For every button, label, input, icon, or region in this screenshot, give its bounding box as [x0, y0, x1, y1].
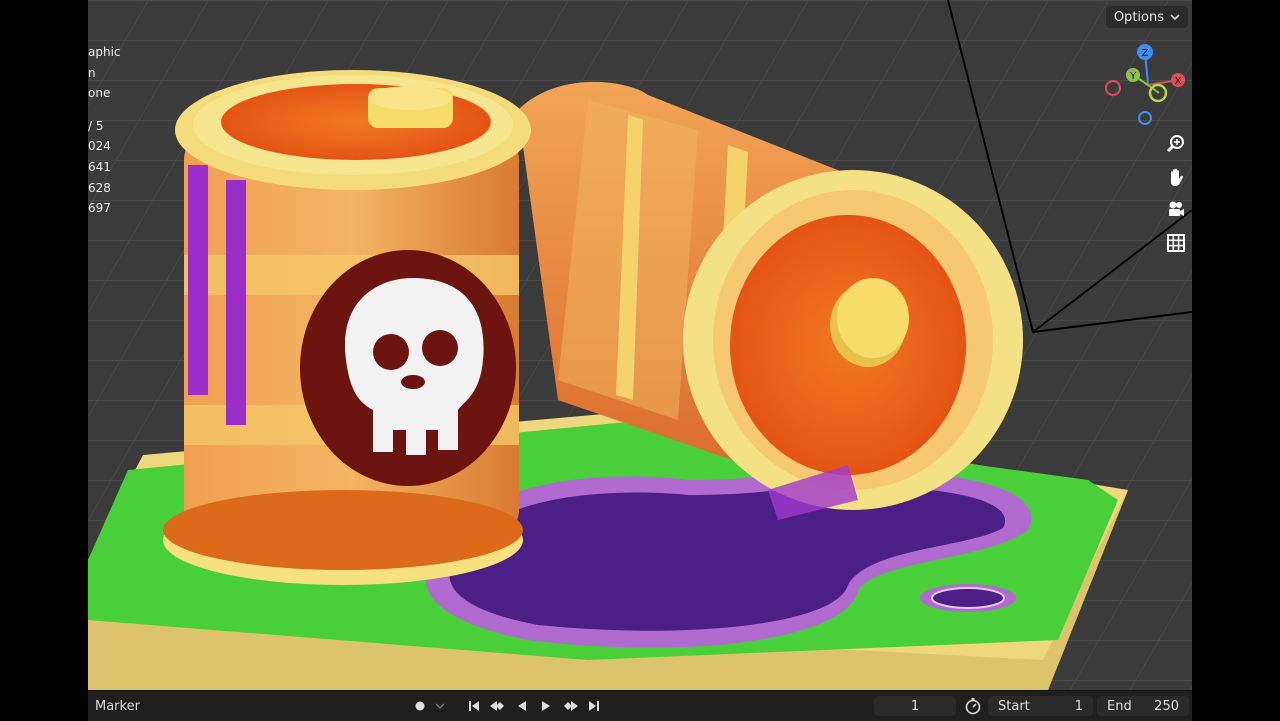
chevron-down-icon[interactable] [435, 702, 445, 710]
start-frame-field[interactable]: Start 1 [988, 696, 1093, 716]
gizmo-x-label[interactable]: X [1175, 76, 1182, 87]
start-label: Start [998, 698, 1030, 714]
end-label: End [1107, 698, 1132, 714]
navigation-gizmo[interactable]: Z Y X [1103, 40, 1192, 130]
stats-line: n [88, 65, 96, 80]
letterbox-right [1192, 0, 1280, 720]
marker-menu[interactable]: Marker [95, 699, 140, 714]
3d-viewport[interactable]: aphic n one / 5 024 641 628 697 Options … [88, 0, 1192, 690]
chevron-down-icon [1170, 14, 1180, 21]
options-label: Options [1113, 9, 1164, 25]
stats-line: / 5 [88, 118, 104, 133]
play-reverse-icon[interactable] [511, 695, 533, 717]
grid-icon[interactable] [1162, 229, 1190, 257]
gizmo-y-label[interactable]: Y [1129, 71, 1137, 82]
current-frame-value: 1 [910, 698, 920, 714]
stats-line: aphic [88, 45, 121, 59]
jump-next-keyframe-icon[interactable] [559, 695, 581, 717]
stats-line: 641 [88, 159, 111, 174]
jump-prev-keyframe-icon[interactable] [487, 695, 509, 717]
stats-line: 697 [88, 201, 111, 216]
play-icon[interactable] [535, 695, 557, 717]
stats-line: 628 [88, 180, 111, 195]
record-icon [415, 701, 425, 711]
stats-line [88, 104, 121, 116]
stats-line: 024 [88, 139, 111, 154]
options-dropdown[interactable]: Options [1105, 6, 1188, 28]
viewport-stats-overlay: aphic n one / 5 024 641 628 697 [88, 42, 121, 219]
gizmo-z-label[interactable]: Z [1142, 48, 1149, 59]
start-value: 1 [1074, 698, 1083, 714]
auto-keying-toggle[interactable] [413, 697, 445, 715]
viewport-scene [88, 0, 1192, 690]
timeline-bar: Marker 1 Start 1 End 250 [88, 690, 1192, 721]
playback-controls [463, 695, 605, 717]
stopwatch-icon[interactable] [964, 697, 982, 719]
jump-end-icon[interactable] [583, 695, 605, 717]
hand-pan-icon[interactable] [1162, 163, 1190, 191]
camera-icon[interactable] [1162, 196, 1190, 224]
stats-line: one [88, 86, 111, 101]
zoom-icon[interactable] [1162, 130, 1190, 158]
viewport-navigation-tools [1162, 130, 1190, 262]
jump-start-icon[interactable] [463, 695, 485, 717]
end-value: 250 [1154, 698, 1179, 714]
end-frame-field[interactable]: End 250 [1097, 696, 1189, 716]
current-frame-field[interactable]: 1 [874, 696, 956, 716]
